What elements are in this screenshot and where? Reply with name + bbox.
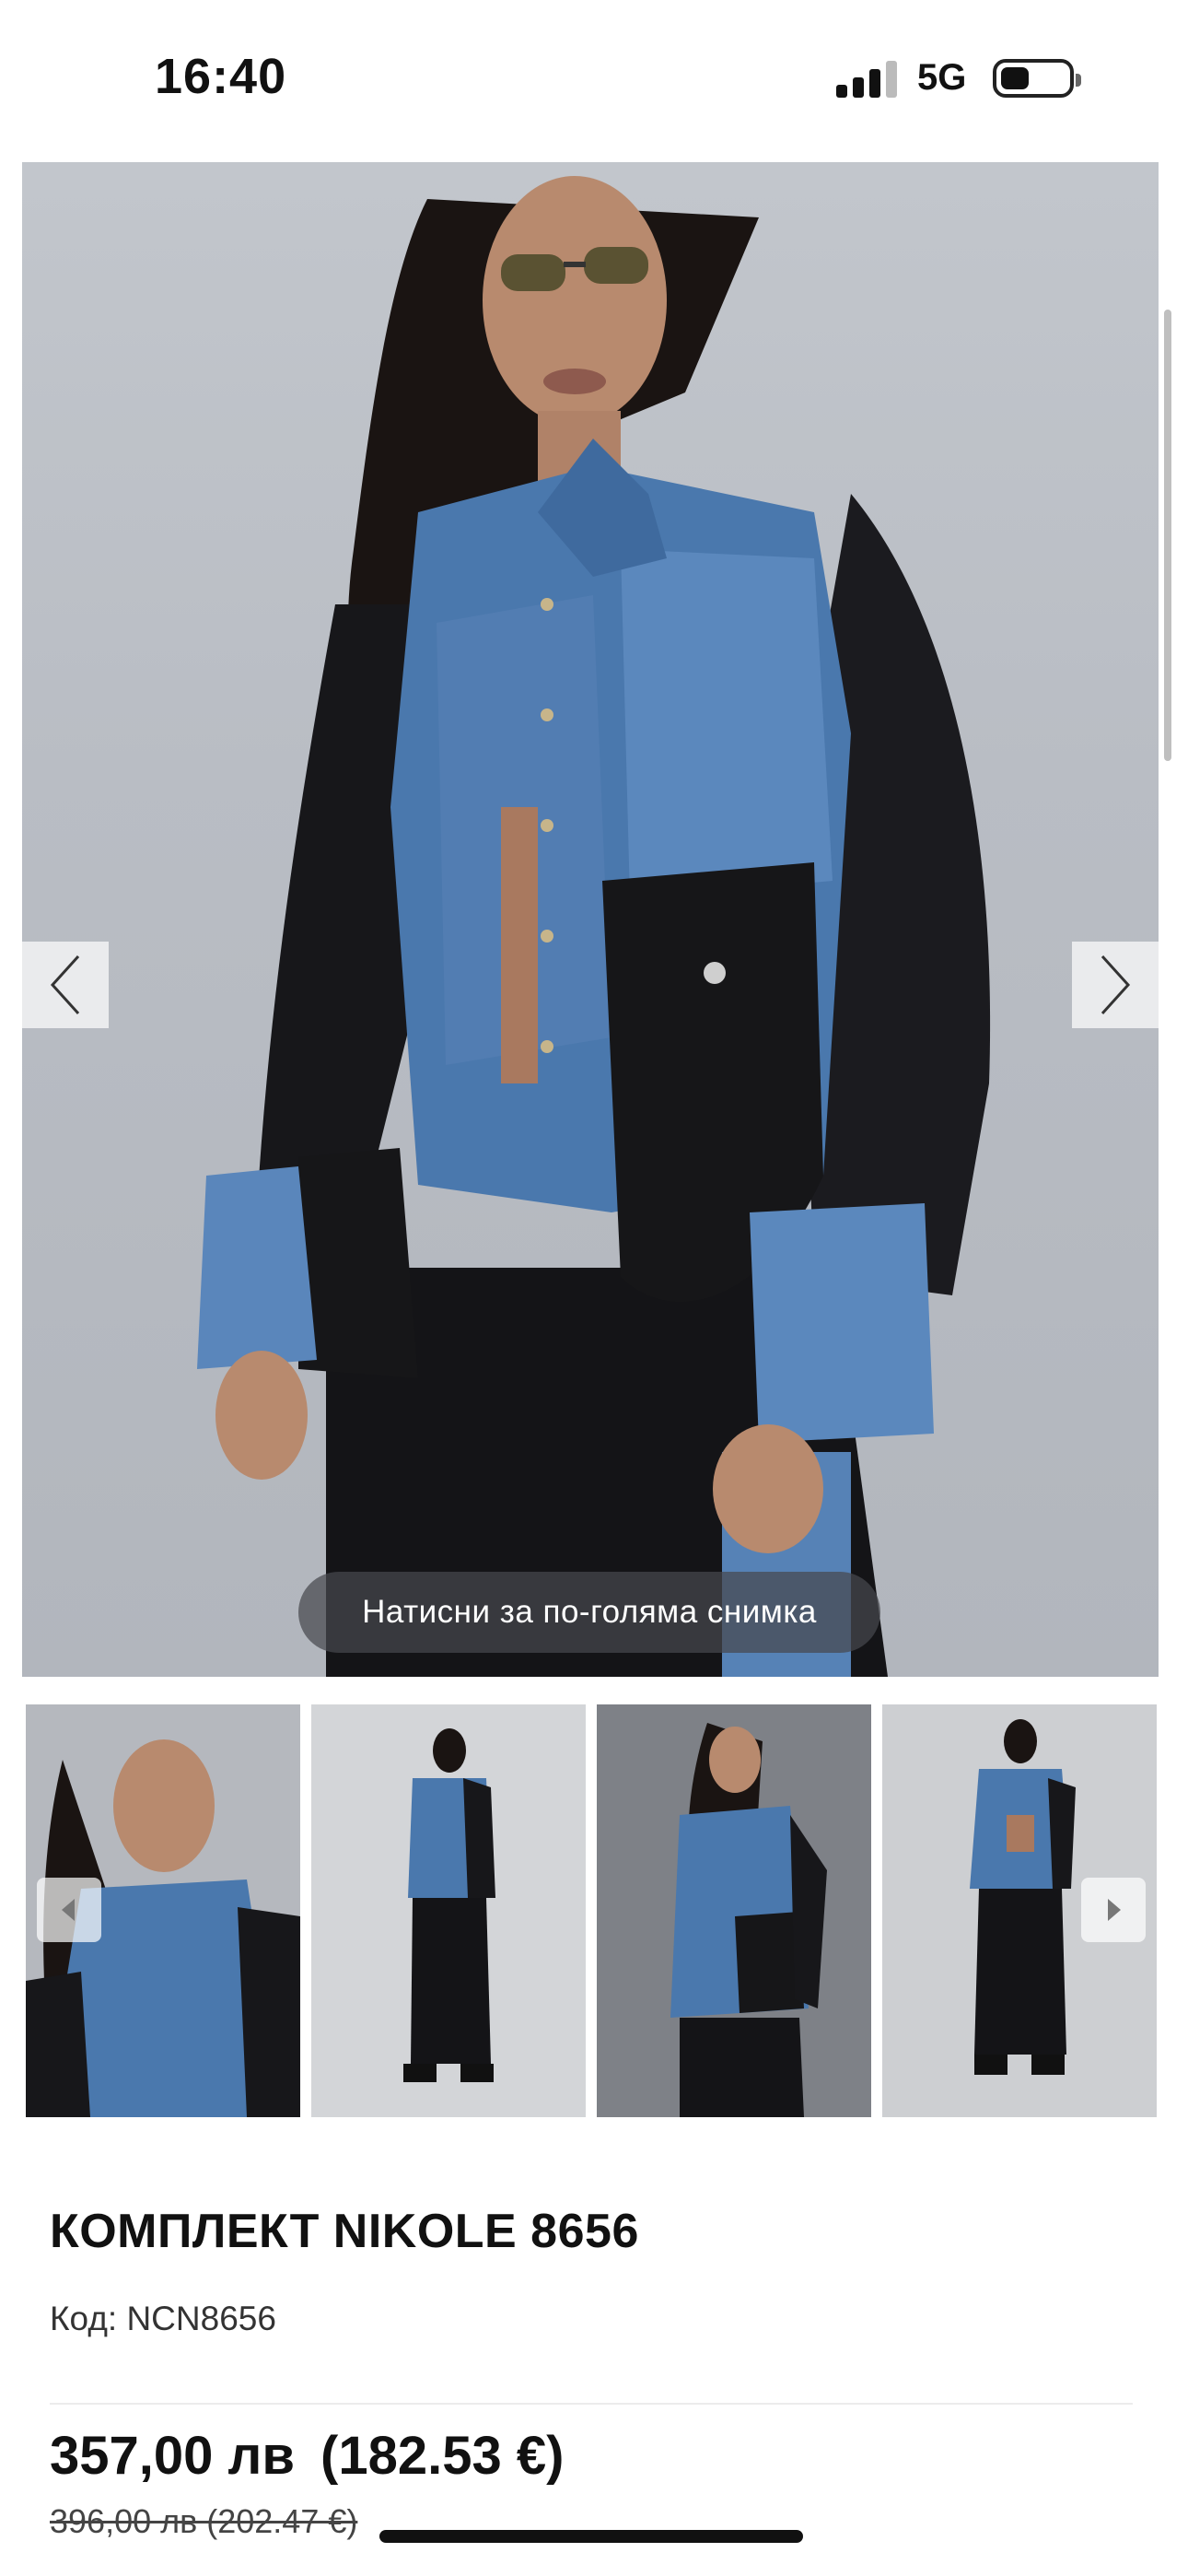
product-code: Код: NCN8656 xyxy=(50,2300,276,2337)
model-photo xyxy=(197,176,991,1677)
network-type: 5G xyxy=(917,57,967,98)
thumbnail-strip xyxy=(26,1704,1160,2117)
scrollbar[interactable] xyxy=(1164,310,1171,761)
old-price: 396,00 лв (202.47 €) xyxy=(50,2502,358,2540)
product-page: 16:40 5G Натисни за по-голяма снимка КОМ… xyxy=(0,0,1188,2576)
thumbnail-next-button[interactable] xyxy=(1081,1878,1146,1942)
thumbnail-3[interactable] xyxy=(597,1704,871,2117)
signal-icon xyxy=(836,61,897,98)
price-bgn: 357,00 лв xyxy=(50,2426,296,2486)
main-product-image[interactable]: Натисни за по-голяма снимка xyxy=(22,162,1159,1677)
chevron-left-icon xyxy=(62,1899,75,1921)
thumbnail-2[interactable] xyxy=(311,1704,586,2117)
chevron-right-icon xyxy=(1101,954,1131,1015)
status-bar: 16:40 5G xyxy=(0,0,1188,157)
home-indicator[interactable] xyxy=(379,2530,803,2543)
price-row: 357,00 лв (182.53 €) xyxy=(50,2425,589,2487)
product-title: КОМПЛЕКТ NIKOLE 8656 xyxy=(50,2205,639,2258)
chevron-right-icon xyxy=(1108,1899,1121,1921)
divider xyxy=(50,2403,1133,2405)
zoom-hint-button[interactable]: Натисни за по-голяма снимка xyxy=(298,1572,880,1653)
thumbnail-2-image xyxy=(403,1728,495,2082)
thumbnail-3-image xyxy=(670,1723,827,2117)
chevron-left-icon xyxy=(50,954,80,1015)
status-time: 16:40 xyxy=(155,49,287,104)
prev-image-button[interactable] xyxy=(22,942,109,1028)
price-eur: (182.53 €) xyxy=(320,2426,565,2486)
battery-icon xyxy=(993,59,1081,98)
next-image-button[interactable] xyxy=(1072,942,1159,1028)
thumbnail-prev-button[interactable] xyxy=(37,1878,101,1942)
